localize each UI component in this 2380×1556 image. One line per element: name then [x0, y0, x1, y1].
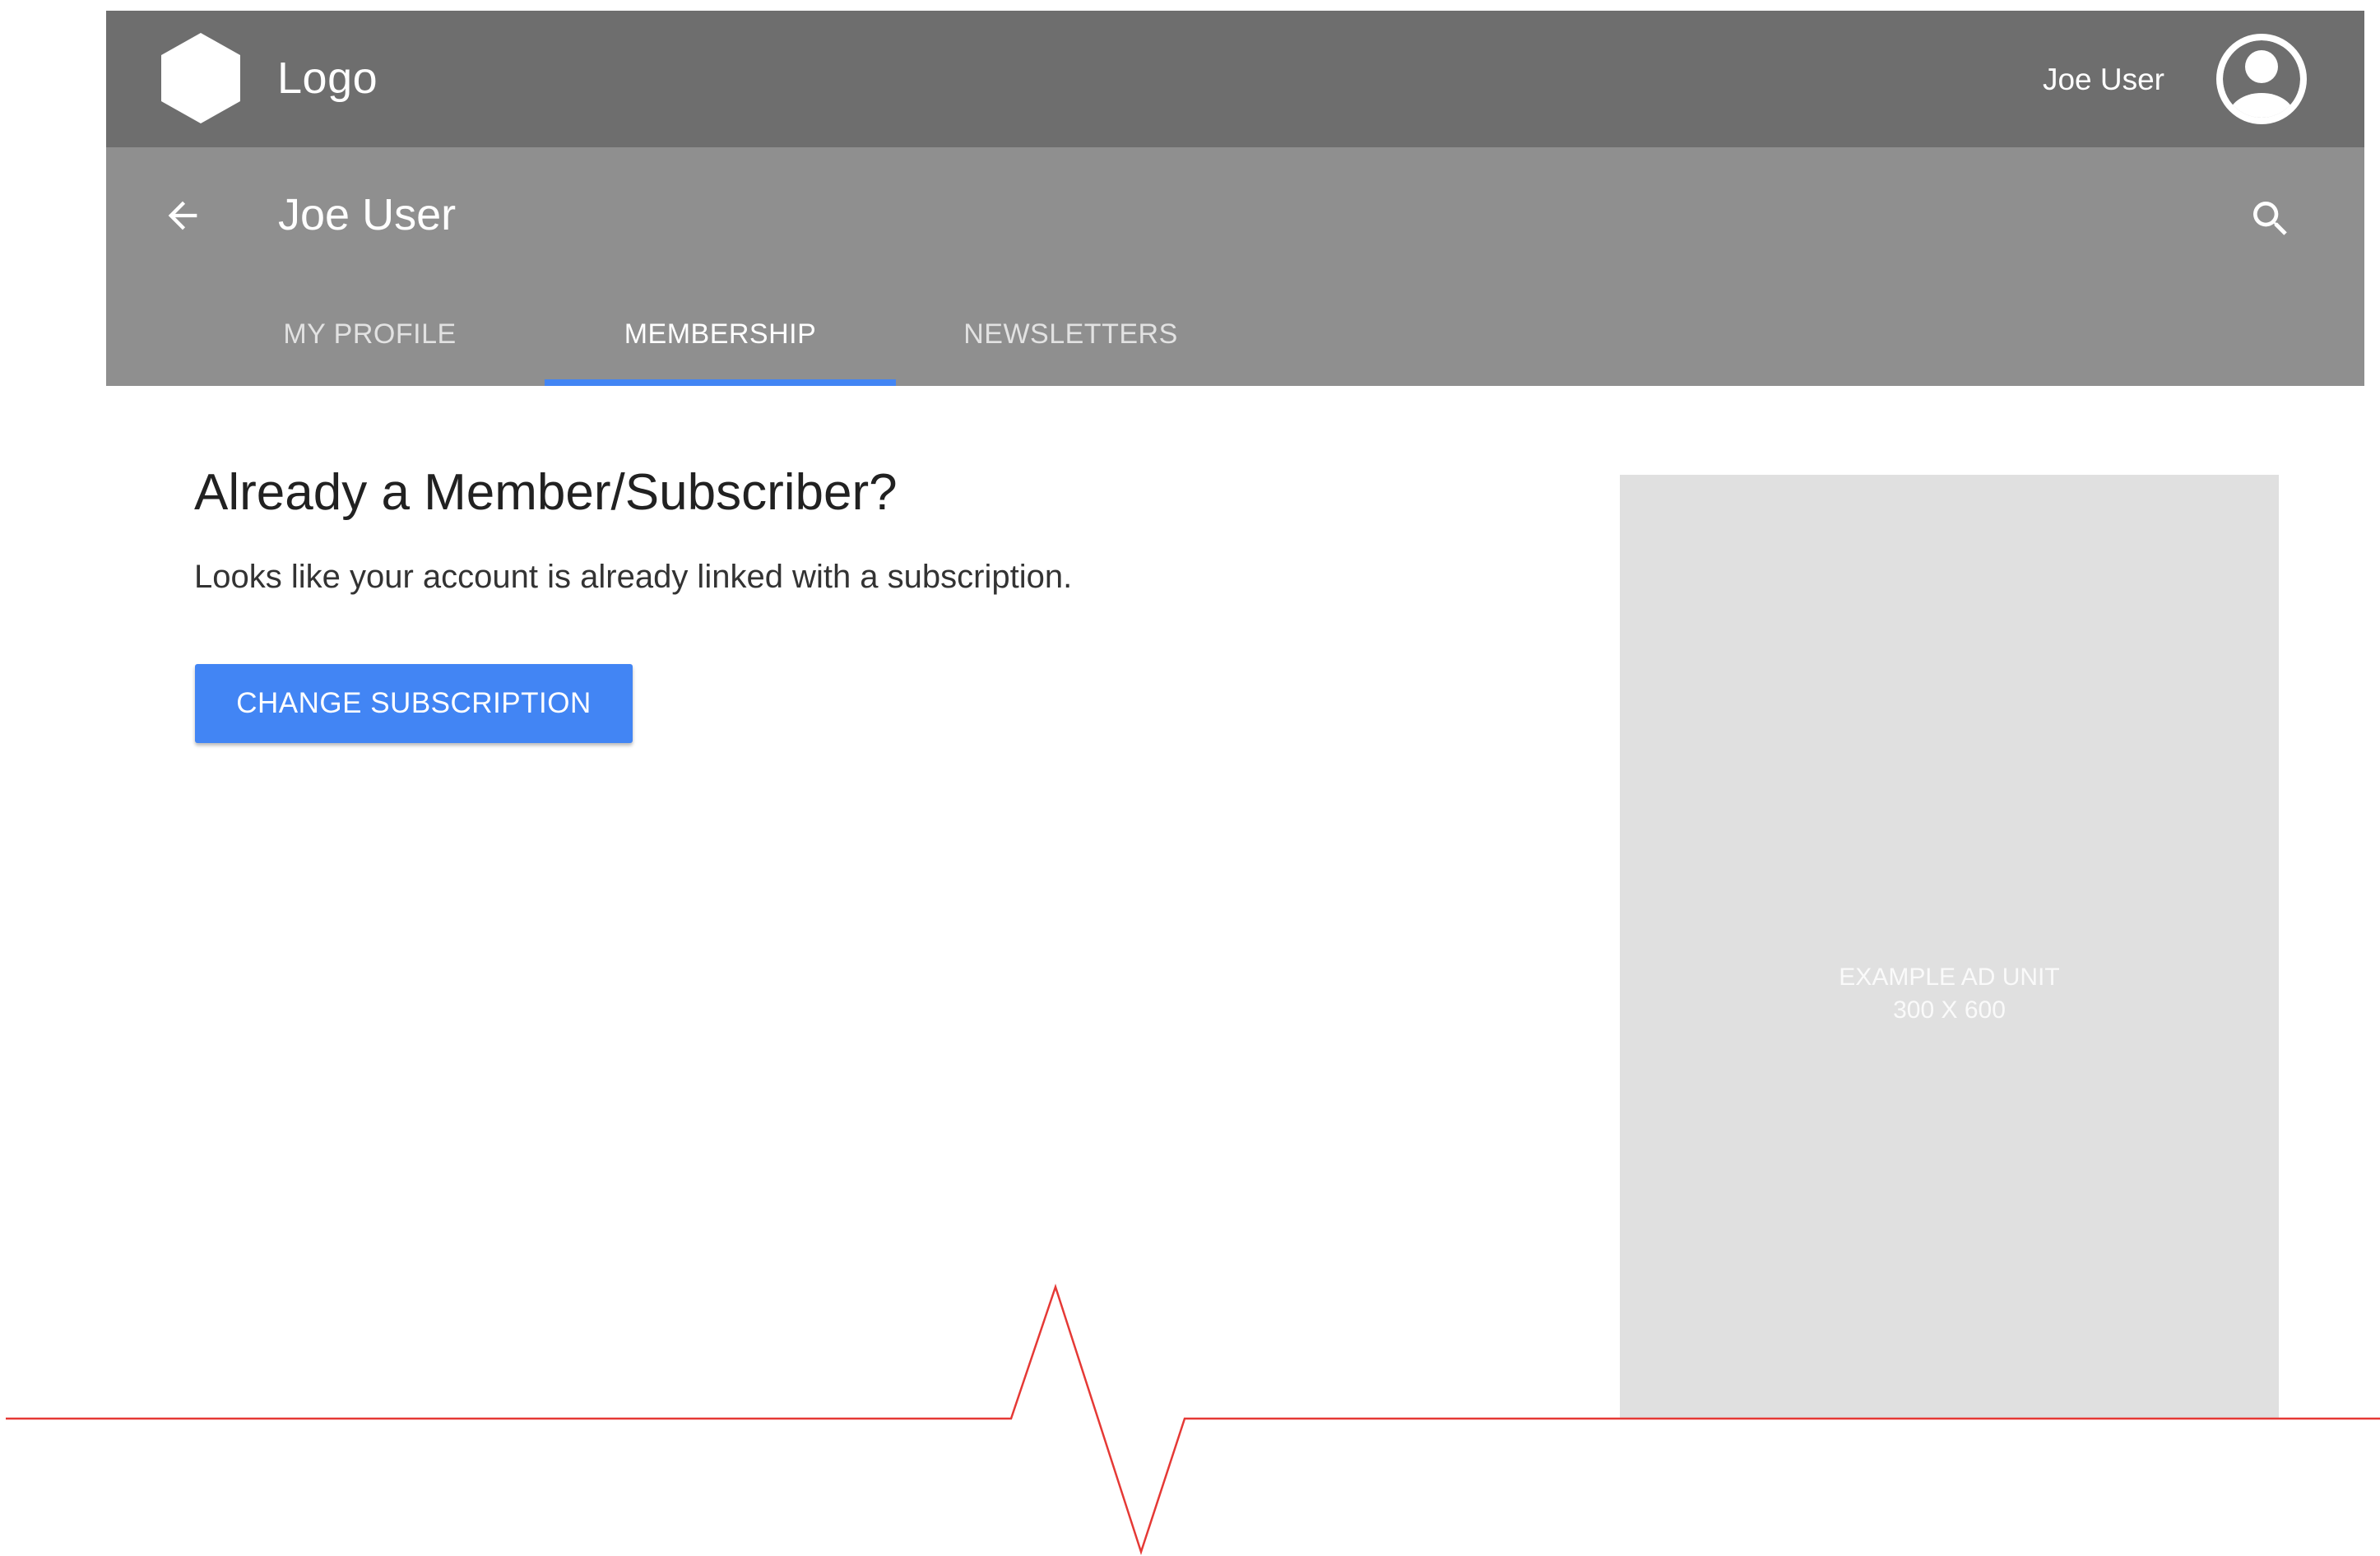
change-subscription-button[interactable]: CHANGE SUBSCRIPTION [195, 664, 633, 743]
app-bar [106, 11, 2364, 147]
ad-unit-size: 300 X 600 [1893, 996, 2006, 1024]
logo-text[interactable]: Logo [277, 51, 378, 105]
membership-message: Looks like your account is already linke… [194, 559, 1073, 595]
tab-membership[interactable]: MEMBERSHIP [545, 313, 895, 385]
account-circle-icon[interactable] [2216, 34, 2307, 124]
arrow-back-icon[interactable] [161, 194, 204, 237]
ad-unit-title: EXAMPLE AD UNIT [1839, 964, 2060, 991]
header-user-name[interactable]: Joe User [2043, 61, 2164, 99]
ad-unit[interactable]: EXAMPLE AD UNIT 300 X 600 [1620, 475, 2279, 1419]
tab-newsletters[interactable]: NEWSLETTERS [896, 313, 1246, 385]
search-icon[interactable] [2248, 196, 2294, 242]
page-title: Joe User [278, 190, 457, 239]
tab-my-profile[interactable]: MY PROFILE [195, 313, 545, 385]
ad-unit-label: EXAMPLE AD UNIT 300 X 600 [1620, 961, 2279, 1027]
hexagon-logo-icon[interactable] [161, 33, 240, 123]
membership-heading: Already a Member/Subscriber? [194, 464, 898, 521]
active-tab-indicator [545, 379, 896, 386]
